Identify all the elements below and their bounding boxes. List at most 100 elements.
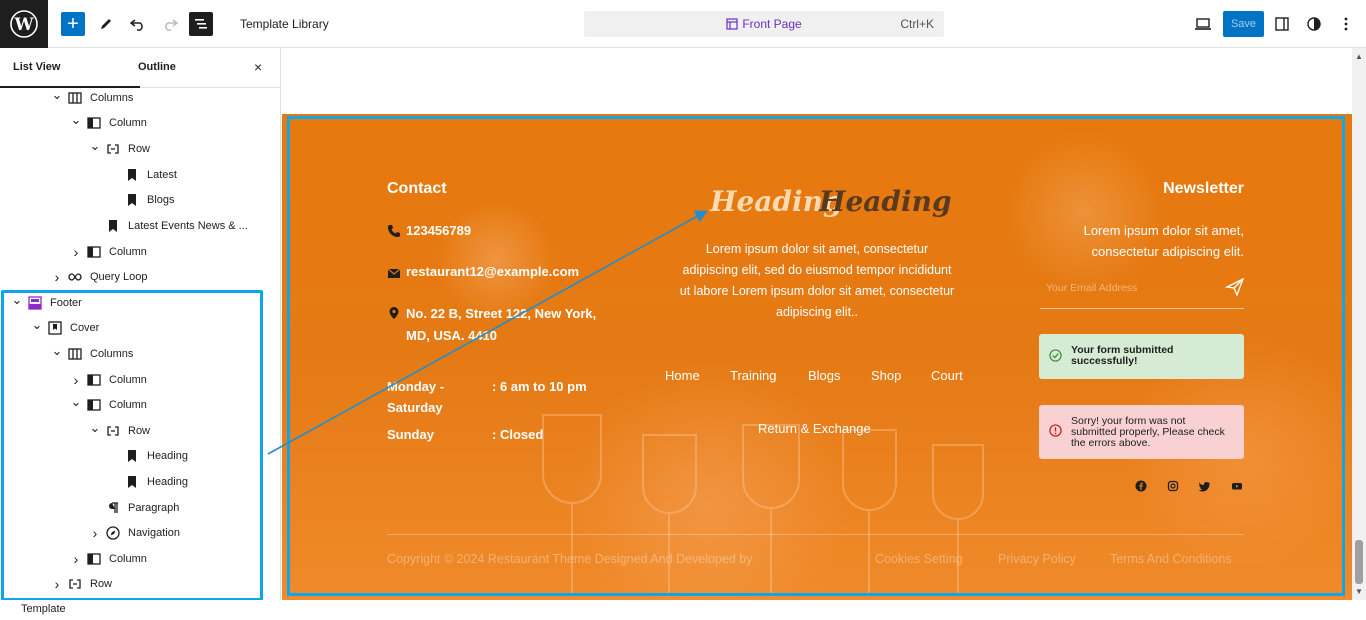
canvas-scrollbar[interactable]: ▲ ▼ (1352, 48, 1366, 600)
chevron-right-icon[interactable]: › (69, 372, 83, 388)
sidebar-item-column[interactable]: › Column (69, 547, 147, 571)
column-icon (87, 552, 103, 566)
sidebar-item-row[interactable]: ⌄ Row (88, 419, 150, 443)
scroll-down-arrow[interactable]: ▼ (1355, 587, 1363, 596)
svg-text:W: W (13, 15, 34, 35)
command-palette-bar[interactable]: Front Page Ctrl+K (584, 11, 944, 37)
redo-icon[interactable] (158, 12, 182, 36)
template-part-icon (28, 296, 44, 310)
document-title: Template Library (240, 17, 329, 31)
options-kebab-icon[interactable] (1334, 12, 1358, 36)
sidebar-item-latest-events-news[interactable]: Latest Events News & ... (88, 214, 248, 238)
sidebar-item-label: Latest (147, 169, 177, 181)
sidebar-item-heading[interactable]: Heading (107, 444, 188, 468)
column-icon (87, 373, 103, 387)
chevron-down-icon[interactable]: ⌄ (50, 88, 64, 101)
chevron-right-icon[interactable]: › (50, 576, 64, 592)
wordpress-logo-icon[interactable]: W (0, 0, 48, 48)
sidebar-item-label: Column (109, 553, 147, 565)
sidebar-item-footer[interactable]: ⌄ Footer (10, 291, 82, 315)
sidebar-item-column[interactable]: › Column (69, 368, 147, 392)
columns-icon (68, 347, 84, 361)
chevron-right-icon[interactable]: › (88, 525, 102, 541)
tab-outline[interactable]: Outline (138, 61, 176, 73)
tools-pen-icon[interactable] (94, 12, 118, 36)
sidebar-item-label: Row (128, 425, 151, 437)
sidebar-item-label: Blogs (147, 194, 175, 206)
sidebar-item-blogs[interactable]: Blogs (107, 188, 175, 212)
footer-selection-outline (287, 116, 1345, 596)
sidebar-item-columns[interactable]: ⌄ Columns (50, 342, 134, 366)
chevron-down-icon[interactable]: ⌄ (30, 318, 44, 331)
chevron-right-icon[interactable]: › (50, 269, 64, 285)
breadcrumb[interactable]: Template (21, 603, 66, 615)
sidebar-item-column[interactable]: ⌄ Column (69, 393, 147, 417)
sidebar-item-label: Paragraph (128, 502, 180, 514)
list-view-sidebar: List View Outline × ⌄ Columns ⌄ Column ⌄ Row L… (0, 48, 281, 600)
sidebar-item-navigation[interactable]: › Navigation (88, 521, 180, 545)
sidebar-item-label: Columns (90, 348, 134, 360)
paragraph-icon (106, 501, 122, 515)
sidebar-item-cover[interactable]: ⌄ Cover (30, 316, 99, 340)
sidebar-item-column[interactable]: › Column (69, 240, 147, 264)
sidebar-item-label: Column (109, 399, 147, 411)
sidebar-item-column[interactable]: ⌄ Column (69, 111, 147, 135)
sidebar-item-columns[interactable]: ⌄ Columns (50, 86, 134, 110)
command-bar-shortcut: Ctrl+K (900, 17, 934, 31)
chevron-right-icon[interactable]: › (69, 244, 83, 260)
add-block-button[interactable]: + (61, 12, 85, 36)
chevron-down-icon[interactable]: ⌄ (88, 139, 102, 152)
styles-contrast-icon[interactable] (1302, 12, 1326, 36)
scrollbar-thumb[interactable] (1355, 540, 1363, 584)
sidebar-item-label: Heading (147, 450, 188, 462)
sidebar-item-label: Footer (50, 297, 82, 309)
chevron-down-icon[interactable]: ⌄ (88, 421, 102, 434)
sidebar-item-label: Query Loop (90, 271, 148, 283)
sidebar-item-heading[interactable]: Heading (107, 470, 188, 494)
scroll-up-arrow[interactable]: ▲ (1355, 52, 1363, 61)
sidebar-item-row[interactable]: ⌄ Row (88, 137, 150, 161)
editor-canvas[interactable]: Contact 123456789 restaurant12@example.c… (282, 48, 1352, 600)
heading-bookmark-icon (125, 475, 141, 489)
chevron-down-icon[interactable]: ⌄ (10, 293, 24, 306)
cover-icon (48, 321, 64, 335)
footer-cover[interactable]: Contact 123456789 restaurant12@example.c… (282, 114, 1352, 600)
sidebar-item-label: Navigation (128, 527, 180, 539)
command-bar-page: Front Page (584, 17, 944, 31)
settings-sidebar-icon[interactable] (1270, 12, 1294, 36)
sidebar-item-latest[interactable]: Latest (107, 163, 177, 187)
sidebar-item-label: Row (128, 143, 151, 155)
tab-list-view[interactable]: List View (13, 61, 60, 73)
columns-icon (68, 91, 84, 105)
chevron-down-icon[interactable]: ⌄ (69, 113, 83, 126)
save-button[interactable]: Save (1223, 11, 1264, 37)
sidebar-item-row[interactable]: › Row (50, 572, 112, 596)
column-icon (87, 398, 103, 412)
chevron-down-icon[interactable]: ⌄ (50, 344, 64, 357)
sidebar-item-label: Row (90, 578, 113, 590)
sidebar-item-label: Heading (147, 476, 188, 488)
heading-bookmark-icon (125, 193, 141, 207)
sidebar-item-query-loop[interactable]: › Query Loop (50, 265, 148, 289)
chevron-down-icon[interactable]: ⌄ (69, 395, 83, 408)
row-icon (106, 142, 122, 156)
sidebar-item-label: Columns (90, 92, 134, 104)
column-icon (87, 116, 103, 130)
loop-icon (68, 270, 84, 284)
undo-icon[interactable] (126, 12, 150, 36)
heading-bookmark-icon (125, 168, 141, 182)
row-icon (68, 577, 84, 591)
heading-bookmark-icon (125, 449, 141, 463)
sidebar-item-label: Column (109, 374, 147, 386)
heading-bookmark-icon (106, 219, 122, 233)
close-icon[interactable]: × (254, 59, 262, 75)
sidebar-item-label: Cover (70, 322, 100, 334)
command-bar-page-label: Front Page (742, 17, 802, 31)
sidebar-item-label: Column (109, 117, 147, 129)
sidebar-item-paragraph[interactable]: Paragraph (88, 496, 179, 520)
chevron-right-icon[interactable]: › (69, 551, 83, 567)
preview-device-icon[interactable] (1191, 12, 1215, 36)
document-overview-icon[interactable] (189, 12, 213, 36)
sidebar-item-label: Latest Events News & ... (128, 220, 248, 232)
sidebar-tabs: List View Outline × (0, 48, 280, 88)
